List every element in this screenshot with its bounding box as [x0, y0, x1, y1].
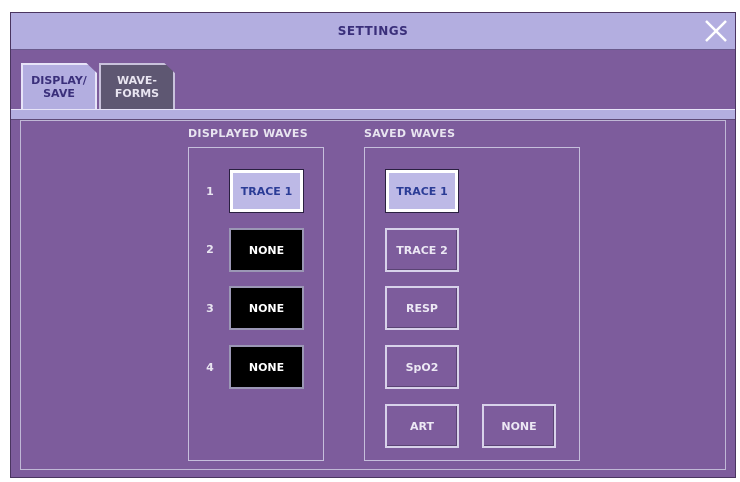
saved-wave-resp-button[interactable]: RESP: [385, 286, 459, 330]
saved-wave-art-button[interactable]: ART: [385, 404, 459, 448]
saved-wave-trace2-button[interactable]: TRACE 2: [385, 228, 459, 272]
displayed-wave-1-button[interactable]: TRACE 1: [229, 169, 304, 213]
saved-wave-trace1-button[interactable]: TRACE 1: [385, 169, 459, 213]
display-save-panel: DISPLAYED WAVES 1 TRACE 1 2 NONE 3 NONE …: [20, 120, 726, 470]
settings-window: SETTINGS DISPLAY/ SAVE WAVE- FORMS DISPL…: [10, 12, 736, 478]
saved-wave-spo2-button[interactable]: SpO2: [385, 345, 459, 389]
displayed-wave-2-button[interactable]: NONE: [229, 228, 304, 272]
displayed-wave-4-button[interactable]: NONE: [229, 345, 304, 389]
saved-waves-group: TRACE 1 TRACE 2 RESP SpO2 ART NONE: [364, 147, 580, 461]
saved-waves-title: SAVED WAVES: [364, 127, 456, 140]
row-number-1: 1: [206, 185, 214, 198]
displayed-waves-group: 1 TRACE 1 2 NONE 3 NONE 4 NONE: [188, 147, 324, 461]
saved-wave-none-button[interactable]: NONE: [482, 404, 556, 448]
title-bar: SETTINGS: [11, 13, 735, 50]
displayed-wave-3-button[interactable]: NONE: [229, 286, 304, 330]
tab-bar: DISPLAY/ SAVE WAVE- FORMS: [11, 49, 735, 109]
displayed-waves-title: DISPLAYED WAVES: [188, 127, 308, 140]
close-icon[interactable]: [701, 16, 731, 46]
row-number-3: 3: [206, 302, 214, 315]
window-title: SETTINGS: [337, 24, 409, 38]
tab-waveforms[interactable]: WAVE- FORMS: [99, 63, 175, 109]
row-number-2: 2: [206, 243, 214, 256]
tab-divider: [11, 109, 735, 120]
row-number-4: 4: [206, 361, 214, 374]
tab-display-save[interactable]: DISPLAY/ SAVE: [21, 63, 97, 109]
